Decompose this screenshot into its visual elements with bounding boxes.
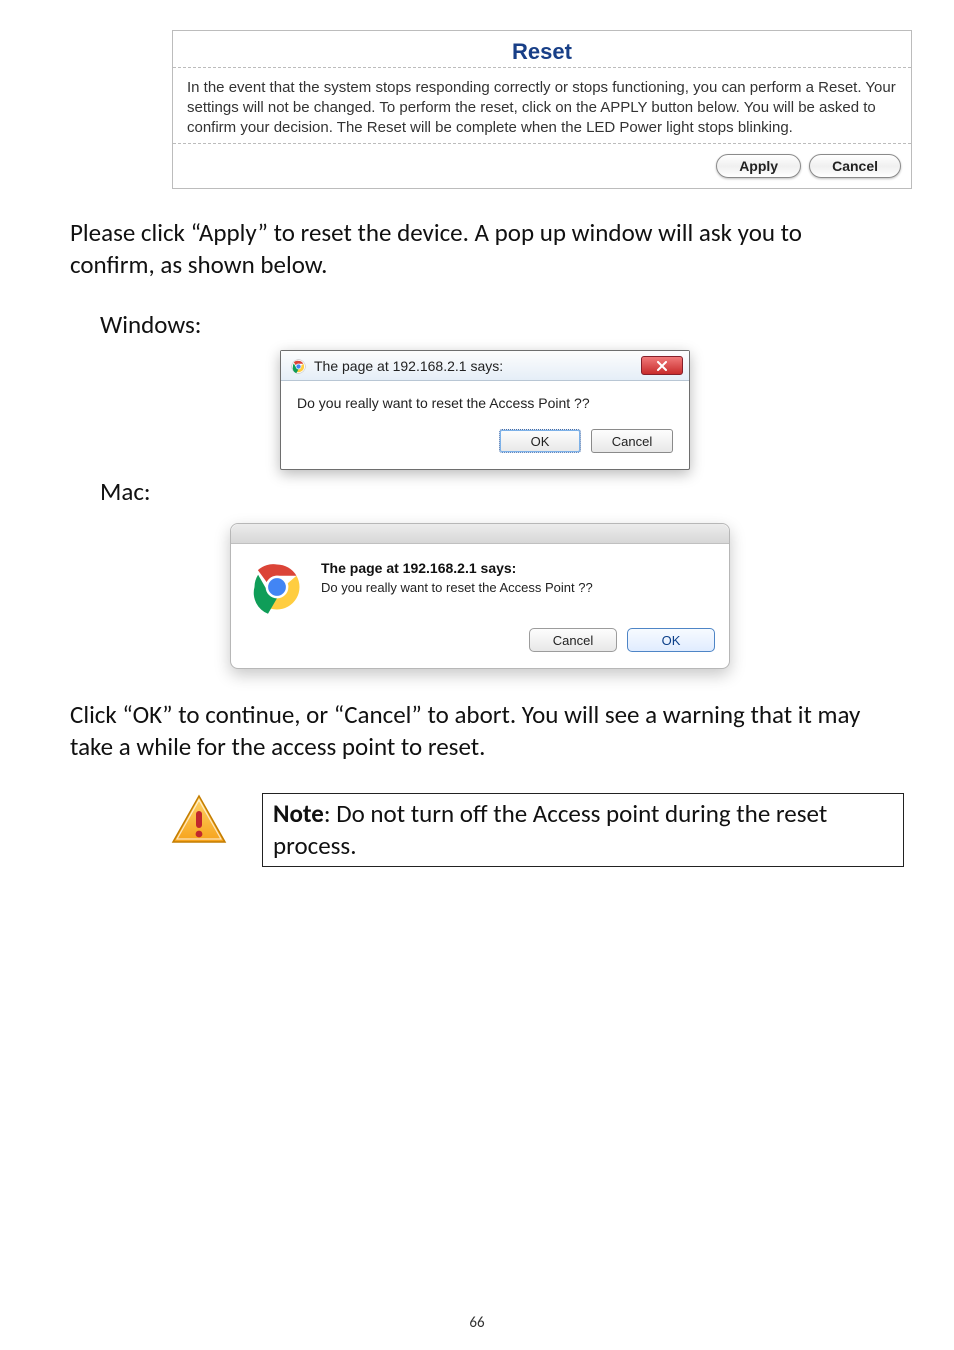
close-button[interactable] xyxy=(641,356,683,375)
chrome-icon xyxy=(249,560,305,614)
note-text: : Do not turn off the Access point durin… xyxy=(273,798,827,861)
mac-dialog-titlebar xyxy=(231,524,729,544)
mac-dialog-text: The page at 192.168.2.1 says: Do you rea… xyxy=(321,560,711,614)
windows-dialog-titlebar: The page at 192.168.2.1 says: xyxy=(281,351,689,381)
windows-dialog-message: Do you really want to reset the Access P… xyxy=(297,395,673,411)
reset-button-row: Apply Cancel xyxy=(173,144,911,188)
mac-dialog: The page at 192.168.2.1 says: Do you rea… xyxy=(230,523,730,669)
note-box: Note: Do not turn off the Access point d… xyxy=(262,793,904,867)
cancel-button[interactable]: Cancel xyxy=(591,429,673,453)
note-row: Note: Do not turn off the Access point d… xyxy=(170,793,904,867)
reset-description: In the event that the system stops respo… xyxy=(173,68,911,144)
ok-button[interactable]: OK xyxy=(499,429,581,453)
note-lead: Note xyxy=(273,798,324,829)
cancel-button[interactable]: Cancel xyxy=(529,628,617,652)
chrome-icon xyxy=(291,359,306,374)
mac-dialog-buttons: Cancel OK xyxy=(231,628,729,668)
ok-button[interactable]: OK xyxy=(627,628,715,652)
windows-dialog-buttons: OK Cancel xyxy=(297,429,673,453)
mac-dialog-message: Do you really want to reset the Access P… xyxy=(321,580,711,595)
reset-panel: Reset In the event that the system stops… xyxy=(172,30,912,189)
mac-dialog-title: The page at 192.168.2.1 says: xyxy=(321,560,711,576)
mac-label: Mac: xyxy=(100,476,904,507)
close-icon xyxy=(656,361,668,371)
page-number: 66 xyxy=(0,1314,954,1332)
apply-button[interactable]: Apply xyxy=(716,154,801,178)
mac-dialog-body: The page at 192.168.2.1 says: Do you rea… xyxy=(231,544,729,628)
cancel-button[interactable]: Cancel xyxy=(809,154,901,178)
windows-dialog-body: Do you really want to reset the Access P… xyxy=(281,381,689,469)
instruction-text-1: Please click “Apply” to reset the device… xyxy=(70,217,884,281)
windows-dialog-title: The page at 192.168.2.1 says: xyxy=(314,358,503,374)
windows-dialog: The page at 192.168.2.1 says: Do you rea… xyxy=(280,350,690,470)
reset-heading: Reset xyxy=(173,31,911,68)
instruction-text-2: Click “OK” to continue, or “Cancel” to a… xyxy=(70,699,884,763)
windows-label: Windows: xyxy=(100,309,904,340)
warning-icon xyxy=(170,793,228,847)
